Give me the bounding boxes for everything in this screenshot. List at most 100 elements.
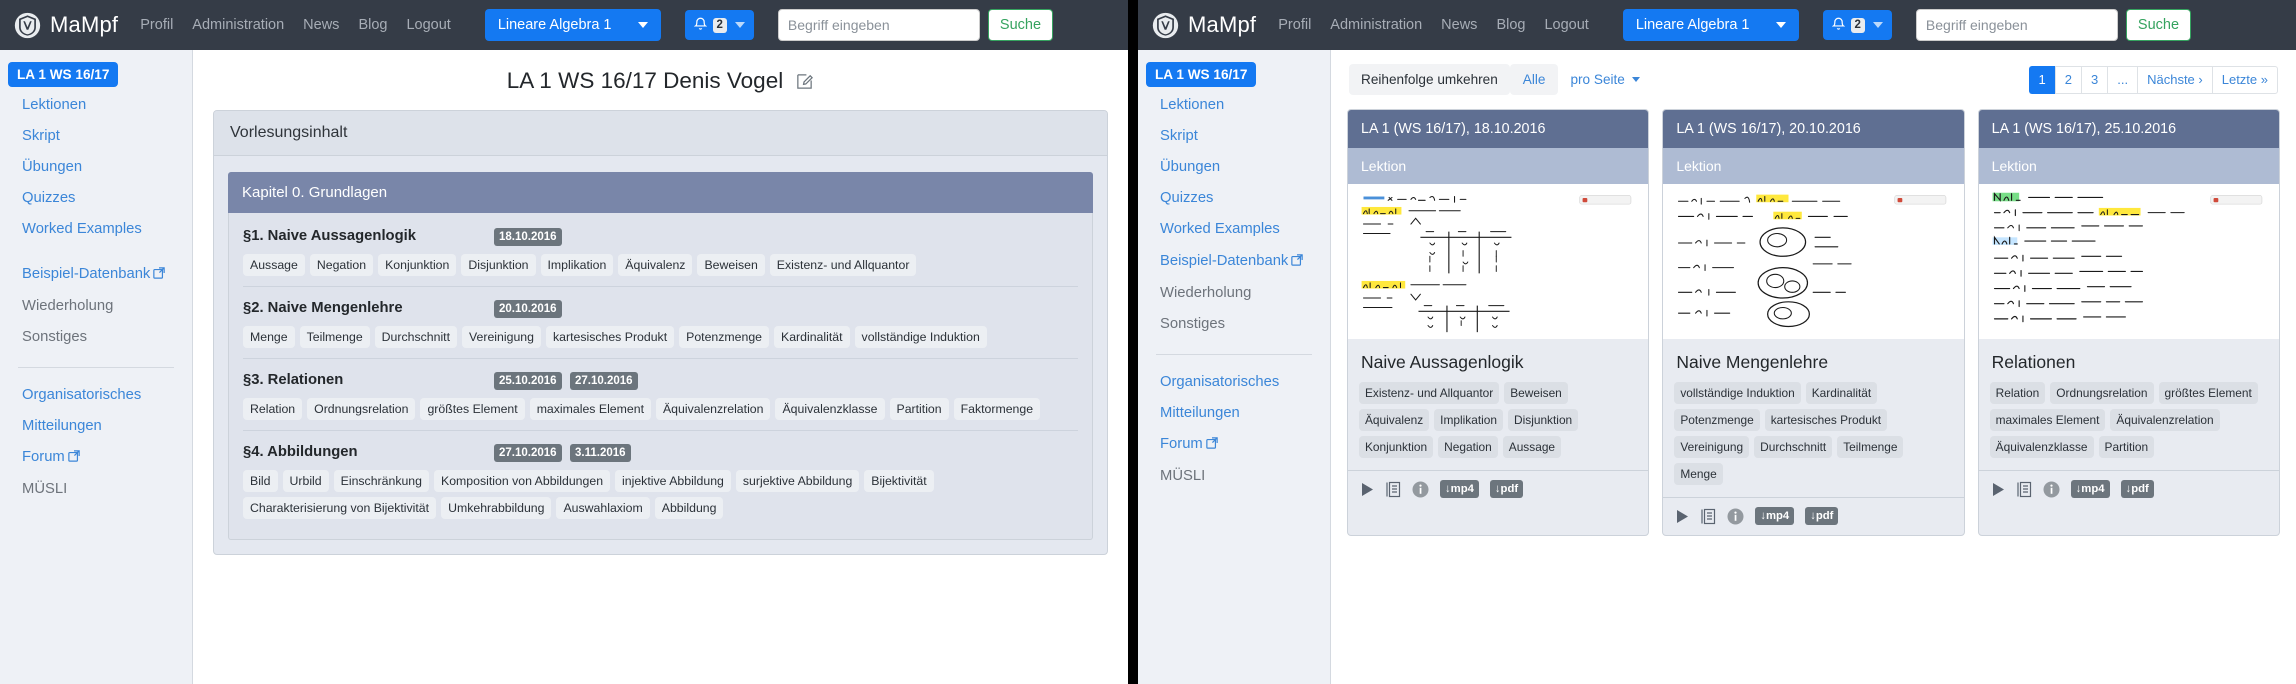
tag[interactable]: größtes Element (2158, 382, 2258, 404)
tag[interactable]: Menge (1674, 463, 1723, 485)
info-circle-icon[interactable] (1727, 508, 1744, 525)
nav-link-logout[interactable]: Logout (406, 17, 450, 33)
tag[interactable]: Bild (243, 470, 278, 492)
play-icon[interactable] (1992, 482, 2005, 497)
tag[interactable]: Beweisen (1504, 382, 1568, 404)
tag[interactable]: Existenz- und Allquantor (769, 254, 917, 276)
tag[interactable]: Relation (1989, 382, 2046, 404)
tag[interactable]: Konjunktion (1359, 436, 1434, 458)
nav-link-logout[interactable]: Logout (1544, 17, 1588, 33)
notifications-button[interactable]: 2 (1822, 10, 1892, 40)
tag[interactable]: Disjunktion (461, 254, 536, 276)
tag[interactable]: Vereinigung (1674, 436, 1750, 458)
tag[interactable]: Urbild (282, 470, 329, 492)
sidebar-item-organisatorisches[interactable]: Organisatorisches (0, 380, 192, 411)
sidebar-item-worked-examples[interactable]: Worked Examples (0, 214, 192, 245)
tag[interactable]: maximales Element (1989, 409, 2106, 431)
sidebar-item-beispiel-datenbank[interactable]: Beispiel-Datenbank (1138, 245, 1330, 278)
handwritten-lecture-thumbnail[interactable] (1978, 184, 2279, 339)
tag[interactable]: vollständige Induktion (854, 326, 987, 348)
tag[interactable]: Äquivalenzklasse (775, 398, 885, 420)
notifications-button[interactable]: 2 (684, 10, 754, 40)
tag[interactable]: Einschränkung (333, 470, 429, 492)
tag[interactable]: Durchschnitt (374, 326, 458, 348)
search-input[interactable] (1915, 9, 2118, 41)
tag[interactable]: Äquivalenzklasse (1989, 436, 2094, 458)
manuscript-icon[interactable] (1385, 481, 1401, 498)
info-circle-icon[interactable] (2043, 481, 2060, 498)
sidebar-item-mitteilungen[interactable]: Mitteilungen (1138, 398, 1330, 429)
sidebar-course-badge[interactable]: LA 1 WS 16/17 (1146, 62, 1257, 87)
nav-link-blog[interactable]: Blog (1496, 17, 1525, 33)
tag[interactable]: Kardinalität (1805, 382, 1878, 404)
brand[interactable]: MaMpf (1152, 12, 1256, 39)
tag[interactable]: injektive Abbildung (615, 470, 731, 492)
course-selector-button[interactable]: Lineare Algebra 1 (484, 9, 661, 41)
manuscript-icon[interactable] (2016, 481, 2032, 498)
tag[interactable]: Faktormenge (953, 398, 1041, 420)
sidebar-course-badge[interactable]: LA 1 WS 16/17 (8, 62, 119, 87)
tag[interactable]: Implikation (540, 254, 614, 276)
page-3-button[interactable]: 3 (2081, 65, 2108, 94)
sidebar-item-muesli[interactable]: MÜSLI (0, 474, 192, 505)
next-page-button[interactable]: Nächste › (2137, 65, 2212, 94)
sidebar-item-lektionen[interactable]: Lektionen (1138, 90, 1330, 121)
nav-link-profil[interactable]: Profil (140, 17, 173, 33)
last-page-button[interactable]: Letzte » (2211, 65, 2278, 94)
per-page-dropdown[interactable]: pro Seite (1558, 64, 1645, 95)
nav-link-administration[interactable]: Administration (1330, 17, 1422, 33)
tag[interactable]: maximales Element (529, 398, 651, 420)
tag[interactable]: Auswahlaxiom (556, 497, 650, 519)
tag[interactable]: Durchschnitt (1754, 436, 1833, 458)
tag[interactable]: Negation (1438, 436, 1498, 458)
sidebar-item-wiederholung[interactable]: Wiederholung (0, 291, 192, 322)
tag[interactable]: Implikation (1434, 409, 1504, 431)
tag[interactable]: Umkehrabbildung (441, 497, 552, 519)
tag[interactable]: Negation (309, 254, 374, 276)
sidebar-item-worked-examples[interactable]: Worked Examples (1138, 214, 1330, 245)
lesson-card[interactable]: LA 1 (WS 16/17), 25.10.2016 Lektion Rela… (1977, 109, 2280, 536)
tag[interactable]: vollständige Induktion (1674, 382, 1801, 404)
info-circle-icon[interactable] (1412, 481, 1429, 498)
handwritten-lecture-thumbnail[interactable] (1663, 184, 1964, 339)
download-pdf-button[interactable]: ↓pdf (2120, 480, 2154, 498)
sidebar-item-forum[interactable]: Forum (0, 442, 192, 474)
download-mp4-button[interactable]: ↓mp4 (2070, 480, 2110, 498)
sidebar-item-quizzes[interactable]: Quizzes (0, 183, 192, 214)
sidebar-item-wiederholung[interactable]: Wiederholung (1138, 278, 1330, 309)
nav-link-news[interactable]: News (1441, 17, 1477, 33)
tag[interactable]: Äquivalenz (618, 254, 693, 276)
tag[interactable]: Konjunktion (378, 254, 457, 276)
sidebar-item-lektionen[interactable]: Lektionen (0, 90, 192, 121)
tag[interactable]: Aussage (243, 254, 305, 276)
tag[interactable]: Teilmenge (1837, 436, 1904, 458)
download-pdf-button[interactable]: ↓pdf (1489, 480, 1524, 498)
tag[interactable]: Komposition von Abbildungen (434, 470, 611, 492)
sidebar-item-organisatorisches[interactable]: Organisatorisches (1138, 367, 1330, 398)
tag[interactable]: Potenzmenge (1674, 409, 1760, 431)
tag[interactable]: Äquivalenzrelation (655, 398, 771, 420)
play-icon[interactable] (1676, 509, 1689, 524)
tag[interactable]: kartesisches Produkt (545, 326, 675, 348)
sidebar-item-skript[interactable]: Skript (0, 121, 192, 152)
reverse-order-button[interactable]: Reihenfolge umkehren (1349, 64, 1510, 95)
sidebar-item-sonstiges[interactable]: Sonstiges (0, 322, 192, 353)
download-mp4-button[interactable]: ↓mp4 (1755, 507, 1795, 525)
handwritten-lecture-thumbnail[interactable] (1348, 184, 1649, 339)
course-selector-button[interactable]: Lineare Algebra 1 (1622, 9, 1799, 41)
show-all-button[interactable]: Alle (1509, 64, 1559, 95)
tag[interactable]: Abbildung (654, 497, 724, 519)
sidebar-item-forum[interactable]: Forum (1138, 429, 1330, 461)
brand[interactable]: MaMpf (14, 12, 118, 39)
sidebar-item-uebungen[interactable]: Übungen (0, 152, 192, 183)
tag[interactable]: Charakterisierung von Bijektivität (243, 497, 437, 519)
tag[interactable]: Existenz- und Allquantor (1359, 382, 1500, 404)
tag[interactable]: Bijektivität (864, 470, 934, 492)
tag[interactable]: Potenzmenge (679, 326, 770, 348)
tag[interactable]: Beweisen (697, 254, 765, 276)
tag[interactable]: kartesisches Produkt (1764, 409, 1888, 431)
download-mp4-button[interactable]: ↓mp4 (1440, 480, 1479, 498)
tag[interactable]: Äquivalenzrelation (2110, 409, 2220, 431)
tag[interactable]: Ordnungsrelation (307, 398, 416, 420)
page-1-button[interactable]: 1 (2028, 65, 2055, 94)
